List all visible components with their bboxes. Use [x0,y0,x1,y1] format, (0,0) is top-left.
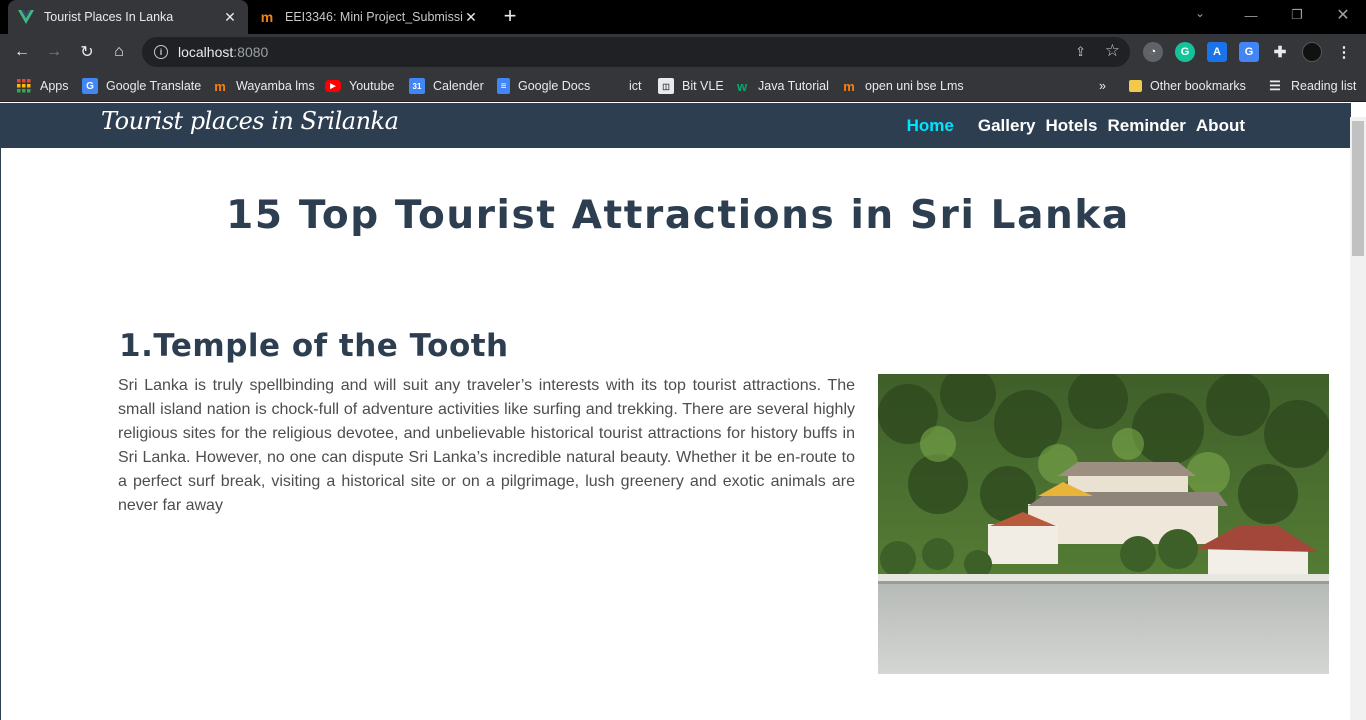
bookmarks-overflow-button[interactable]: » [1099,76,1106,96]
back-arrow-icon[interactable]: ← [10,40,34,64]
grammarly-icon[interactable]: G [1175,42,1195,62]
google-docs-icon: ≡ [497,78,510,94]
vue-logo-icon [18,9,34,25]
url-text[interactable]: localhost:8080 [178,44,268,60]
bookmark-ict[interactable]: ict [605,76,642,96]
bookmark-bit-vle[interactable]: ◫ Bit VLE [658,76,724,96]
bookmark-label: ict [629,79,642,93]
menu-dots-icon[interactable]: ⋮ [1334,42,1354,62]
bookmark-label: Youtube [349,79,395,93]
share-icon[interactable]: ⇪ [1075,44,1086,60]
bookmark-calender[interactable]: 31 Calender [409,76,484,96]
site-brand[interactable]: Tourist places in Srilanka [101,107,399,135]
bookmark-open-uni-bse-lms[interactable]: m open uni bse Lms [841,76,964,96]
home-icon[interactable]: ⌂ [107,40,131,64]
blank-icon [605,78,621,94]
nav-gallery[interactable]: Gallery [978,116,1036,136]
forward-arrow-icon[interactable]: → [42,40,66,64]
tab-title: Tourist Places In Lanka [44,10,174,24]
bookmark-google-docs[interactable]: ≡ Google Docs [497,76,590,96]
moodle-icon: m [260,9,274,25]
extension-icon[interactable]: ◔ [1143,42,1163,62]
section-description: Sri Lanka is truly spellbinding and will… [118,377,855,514]
bookmarks-bar: Apps G Google Translate m Wayamba lms ▶ … [0,70,1366,102]
bookmark-youtube[interactable]: ▶ Youtube [325,76,394,96]
bookmark-google-translate[interactable]: G Google Translate [82,76,201,96]
bookmark-java-tutorial[interactable]: w Java Tutorial [734,76,829,96]
tab-title: EEI3346: Mini Project_Submission [285,10,463,24]
temple-of-the-tooth-photo [878,374,1329,674]
page-viewport: Tourist places in Srilanka Home Gallery … [0,103,1366,720]
section-title: 1.Temple of the Tooth [119,328,509,364]
chevron-down-icon[interactable]: ⌄ [1195,6,1205,20]
new-tab-button[interactable]: + [498,5,522,29]
apps-grid-icon [16,78,32,94]
folder-icon [1129,80,1142,92]
tab-mini-project[interactable]: m EEI3346: Mini Project_Submission ✕ [249,0,489,34]
bookmark-label: Reading list [1291,79,1357,93]
bookmark-star-icon[interactable]: ☆ [1105,41,1120,61]
youtube-icon: ▶ [325,80,341,92]
calendar-icon: 31 [409,78,425,94]
browser-toolbar: ← → ↻ ⌂ i localhost:8080 ⇪ ☆ ◔ G A G ✚ ⋮ [0,34,1366,70]
w3schools-icon: w [736,78,748,94]
bit-vle-icon: ◫ [658,78,674,94]
nav-reminder[interactable]: Reminder [1107,116,1185,136]
info-icon[interactable]: i [154,45,168,59]
bookmark-label: Calender [433,79,484,93]
nav-hotels[interactable]: Hotels [1046,116,1098,136]
nav-about[interactable]: About [1196,116,1245,136]
avatar[interactable] [1302,42,1322,62]
puzzle-icon[interactable]: ✚ [1270,42,1290,62]
window-close-icon[interactable]: ✕ [1320,0,1366,30]
bookmark-label: open uni bse Lms [865,79,964,93]
page-title: 15 Top Tourist Attractions in Sri Lanka [226,193,1130,238]
reading-list-icon: ☰ [1269,78,1281,93]
moodle-icon: m [214,78,226,94]
tab-strip: Tourist Places In Lanka ✕ m EEI3346: Min… [0,0,1366,34]
google-translate-icon: G [82,78,98,94]
bookmark-label: Apps [40,79,69,93]
bookmark-label: Other bookmarks [1150,79,1246,93]
bookmark-other-bookmarks[interactable]: Other bookmarks [1129,76,1246,96]
close-icon[interactable]: ✕ [463,9,479,26]
bookmark-label: Wayamba lms [236,79,315,93]
extension-icon[interactable]: A [1207,42,1227,62]
google-translate-icon[interactable]: G [1239,42,1259,62]
nav-home[interactable]: Home [907,116,954,136]
bookmark-apps[interactable]: Apps [16,76,69,96]
bookmark-label: Java Tutorial [758,79,829,93]
bookmark-label: Bit VLE [682,79,724,93]
bookmark-wayamba-lms[interactable]: m Wayamba lms [212,76,315,96]
moodle-icon: m [843,78,855,94]
close-icon[interactable]: ✕ [222,9,238,26]
reading-list-button[interactable]: ☰ Reading list [1267,76,1356,96]
restore-icon[interactable]: ❐ [1274,0,1320,30]
minimize-icon[interactable]: — [1228,0,1274,30]
site-nav-links: Home Gallery Hotels Reminder About [907,116,1245,136]
tab-tourist-places[interactable]: Tourist Places In Lanka ✕ [8,0,248,34]
bookmark-label: Google Translate [106,79,202,93]
address-bar[interactable]: i localhost:8080 ⇪ ☆ [142,37,1130,67]
bookmark-label: Google Docs [518,79,591,93]
site-navbar: Tourist places in Srilanka Home Gallery … [1,103,1351,148]
reload-icon[interactable]: ↻ [75,40,99,64]
